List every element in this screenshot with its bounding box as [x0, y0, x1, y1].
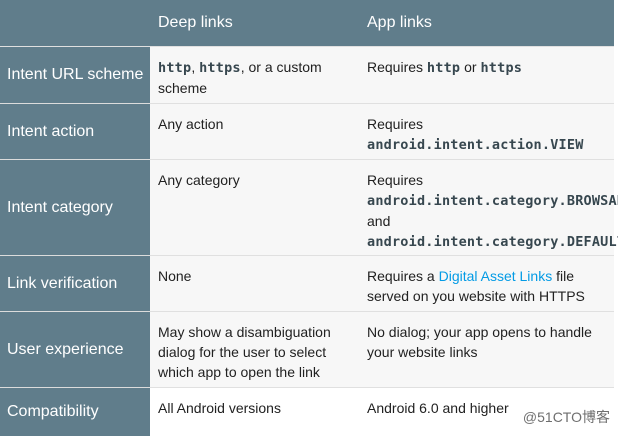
table-row: Compatibility All Android versions Andro…: [0, 387, 614, 436]
comparison-table: Deep links App links Intent URL scheme h…: [0, 0, 618, 436]
code-action-view: android.intent.action.VIEW: [367, 137, 584, 153]
app-links-cell: Requires android.intent.action.VIEW: [359, 103, 614, 160]
row-header-compatibility: Compatibility: [0, 387, 150, 436]
app-links-cell: No dialog; your app opens to handle your…: [359, 311, 614, 388]
deep-links-cell: Any category: [150, 159, 359, 256]
code-category-browsable: android.intent.category.BROWSABLE: [367, 193, 618, 209]
header-deep-links: Deep links: [150, 0, 359, 47]
code-http: http: [158, 60, 192, 76]
app-text-mid: or: [460, 59, 481, 75]
app-text-pre: Requires a: [367, 268, 439, 284]
row-header-link-verification: Link verification: [0, 255, 150, 312]
app-text-pre: Requires: [367, 116, 424, 132]
header-row: Deep links App links: [0, 0, 614, 47]
code-https: https: [480, 60, 523, 76]
app-links-cell: Requires http or https: [359, 46, 614, 104]
deep-links-cell: Any action: [150, 103, 359, 160]
text-sep: ,: [191, 59, 200, 75]
watermark: @51CTO博客: [522, 409, 610, 425]
row-header-intent-category: Intent category: [0, 159, 150, 256]
deep-links-cell: May show a disambiguation dialog for the…: [150, 311, 359, 388]
table-row: Intent URL scheme http, https, or a cust…: [0, 46, 614, 104]
code-http: http: [426, 60, 461, 76]
code-https: https: [199, 60, 241, 76]
deep-links-cell: All Android versions: [150, 387, 359, 436]
code-category-default: android.intent.category.DEFAULT: [367, 234, 618, 250]
app-text-mid: and: [367, 213, 391, 229]
header-app-links: App links: [359, 0, 614, 47]
digital-asset-links-link[interactable]: Digital Asset Links: [439, 268, 553, 284]
table-row: Link verification None Requires a Digita…: [0, 255, 614, 312]
row-header-intent-url-scheme: Intent URL scheme: [0, 46, 150, 104]
app-links-cell: Requires a Digital Asset Links file serv…: [359, 255, 614, 312]
header-corner: [0, 0, 150, 47]
table-row: Intent action Any action Requires androi…: [0, 103, 614, 160]
row-header-user-experience: User experience: [0, 311, 150, 388]
app-text-pre: Requires: [367, 59, 427, 75]
deep-links-cell: http, https, or a custom scheme: [150, 46, 359, 104]
app-links-cell: Requires android.intent.category.BROWSAB…: [359, 159, 618, 256]
row-header-intent-action: Intent action: [0, 103, 150, 160]
deep-links-cell: None: [150, 255, 359, 312]
table-row: User experience May show a disambiguatio…: [0, 311, 614, 388]
table-row: Intent category Any category Requires an…: [0, 159, 618, 256]
app-text-pre: Requires: [367, 172, 424, 188]
